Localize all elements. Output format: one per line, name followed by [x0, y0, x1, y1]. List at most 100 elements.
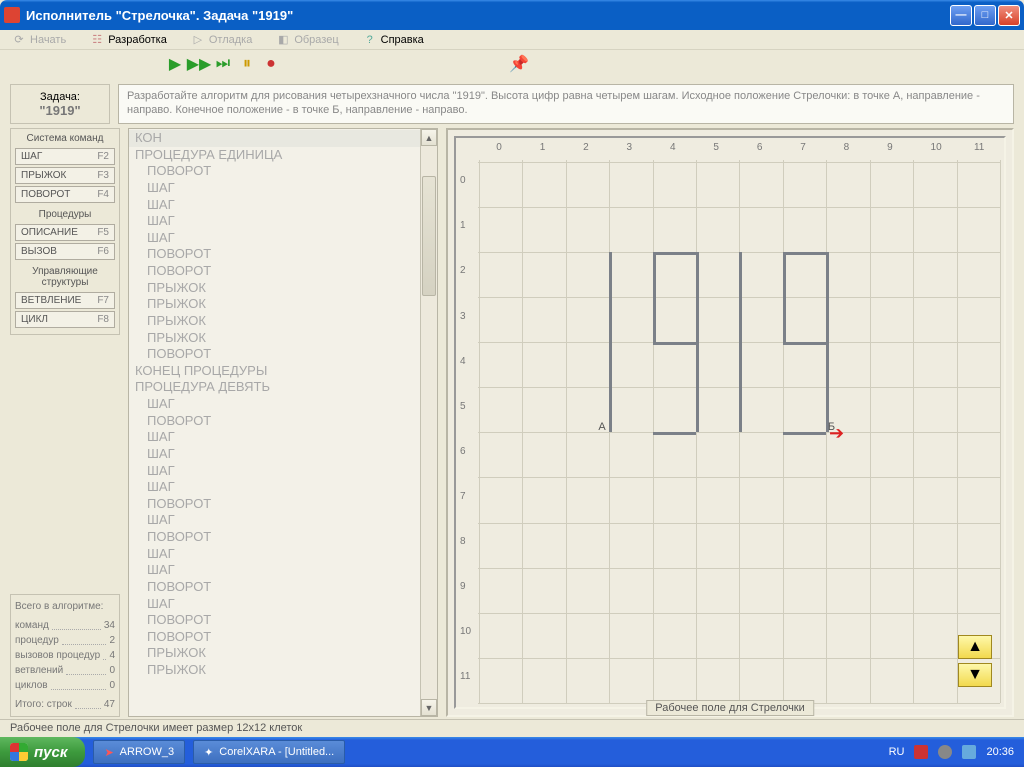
run-fast-button[interactable]: ▶▶ — [189, 54, 209, 74]
close-button[interactable]: ✕ — [998, 5, 1020, 26]
start-button[interactable]: пуск — [0, 737, 85, 767]
code-line[interactable]: ШАГ — [129, 596, 420, 613]
language-indicator[interactable]: RU — [889, 746, 905, 758]
code-line[interactable]: ШАГ — [129, 197, 420, 214]
menu-sample[interactable]: ◧Образец — [264, 31, 350, 49]
scrollbar[interactable]: ▲ ▼ — [420, 129, 437, 716]
code-line[interactable]: ПРЫЖОК — [129, 313, 420, 330]
drawn-segment — [653, 432, 696, 435]
code-line[interactable]: ПОВОРОТ — [129, 413, 420, 430]
axis-label-x: 7 — [800, 142, 806, 153]
field-down-button[interactable]: ▼ — [958, 663, 992, 687]
command-button-0[interactable]: ШАГF2 — [15, 148, 115, 165]
tray-icon-3[interactable] — [962, 745, 976, 759]
pin-button[interactable]: 📌 — [509, 54, 529, 74]
menu-dev[interactable]: ☷Разработка — [78, 31, 179, 49]
axis-label-x: 3 — [627, 142, 633, 153]
control-button-0[interactable]: ВЕТВЛЕНИЕF7 — [15, 292, 115, 309]
pause-button[interactable]: ⏸ — [237, 54, 257, 74]
stats-row: ветвлений0 — [15, 663, 115, 678]
axis-label-y: 4 — [460, 356, 466, 367]
procedure-button-0[interactable]: ОПИСАНИЕF5 — [15, 224, 115, 241]
code-line[interactable]: ШАГ — [129, 512, 420, 529]
code-line[interactable]: ШАГ — [129, 479, 420, 496]
code-line[interactable]: ПОВОРОТ — [129, 579, 420, 596]
drawn-segment — [609, 252, 612, 432]
scroll-down-button[interactable]: ▼ — [421, 699, 437, 716]
scroll-thumb[interactable] — [422, 176, 436, 296]
code-line[interactable]: ПРОЦЕДУРА ЕДИНИЦА — [129, 147, 420, 164]
code-line[interactable]: ПРЫЖОК — [129, 280, 420, 297]
minimize-button[interactable]: — — [950, 5, 972, 26]
code-line[interactable]: ПОВОРОТ — [129, 163, 420, 180]
tray-icon-2[interactable] — [938, 745, 952, 759]
code-line[interactable]: ШАГ — [129, 180, 420, 197]
command-button-2[interactable]: ПОВОРОТF4 — [15, 186, 115, 203]
drawn-segment — [696, 252, 699, 432]
axis-label-x: 2 — [583, 142, 589, 153]
command-button-1[interactable]: ПРЫЖОКF3 — [15, 167, 115, 184]
stop-button[interactable]: ● — [261, 54, 281, 74]
axis-label-x: 6 — [757, 142, 763, 153]
code-line[interactable]: ПОВОРОТ — [129, 612, 420, 629]
stats-total-value: 47 — [104, 697, 115, 712]
code-line[interactable]: ПОВОРОТ — [129, 263, 420, 280]
run-button[interactable]: ▶ — [165, 54, 185, 74]
sample-icon: ◧ — [276, 33, 290, 47]
menu-debug[interactable]: ▷Отладка — [179, 31, 264, 49]
axis-label-y: 8 — [460, 536, 466, 547]
code-listing[interactable]: КОНПРОЦЕДУРА ЕДИНИЦАПОВОРОТШАГШАГШАГШАГП… — [128, 128, 438, 717]
code-line[interactable]: КОНЕЦ ПРОЦЕДУРЫ — [129, 363, 420, 380]
code-line[interactable]: ШАГ — [129, 213, 420, 230]
clock[interactable]: 20:36 — [986, 746, 1014, 758]
help-icon: ? — [363, 33, 377, 47]
axis-label-y: 6 — [460, 446, 466, 457]
code-line[interactable]: ПОВОРОТ — [129, 246, 420, 263]
drawn-segment — [826, 252, 829, 432]
stats-row: циклов0 — [15, 678, 115, 693]
taskbar: пуск ➤ARROW_3 ✦CorelXARA - [Untitled... … — [0, 737, 1024, 767]
gridline — [478, 523, 1000, 524]
code-line[interactable]: ПРЫЖОК — [129, 645, 420, 662]
task-description: Разработайте алгоритм для рисования четы… — [118, 84, 1014, 124]
code-line[interactable]: КОН — [129, 130, 420, 147]
tray-icon-1[interactable] — [914, 745, 928, 759]
code-line[interactable]: ПРЫЖОК — [129, 662, 420, 679]
maximize-button[interactable]: □ — [974, 5, 996, 26]
code-line[interactable]: ШАГ — [129, 546, 420, 563]
commands-panel: Система команд ШАГF2ПРЫЖОКF3ПОВОРОТF4 Пр… — [10, 128, 120, 335]
code-line[interactable]: ПРЫЖОК — [129, 296, 420, 313]
code-line[interactable]: ПОВОРОТ — [129, 529, 420, 546]
gridline — [478, 568, 1000, 569]
taskbar-app-arrow[interactable]: ➤ARROW_3 — [93, 740, 185, 764]
menu-help[interactable]: ?Справка — [351, 31, 436, 49]
code-line[interactable]: ПРОЦЕДУРА ДЕВЯТЬ — [129, 379, 420, 396]
arrow-cursor-icon: ➔ — [829, 424, 844, 442]
code-line[interactable]: ПОВОРОТ — [129, 346, 420, 363]
code-line[interactable]: ПОВОРОТ — [129, 629, 420, 646]
scroll-up-button[interactable]: ▲ — [421, 129, 437, 146]
code-line[interactable]: ПРЫЖОК — [129, 330, 420, 347]
stats-panel: Всего в алгоритме: команд34процедур2вызо… — [10, 594, 120, 717]
axis-label-x: 0 — [496, 142, 502, 153]
drawn-segment — [783, 252, 786, 342]
drawn-segment — [739, 252, 742, 432]
taskbar-app-corel[interactable]: ✦CorelXARA - [Untitled... — [193, 740, 345, 764]
run-skip-button[interactable]: ⏭ — [213, 54, 233, 74]
code-line[interactable]: ШАГ — [129, 446, 420, 463]
drawing-field[interactable]: 0011223344556677889910101111АБ➔ ▲ ▼ Рабо… — [446, 128, 1014, 717]
code-line[interactable]: ШАГ — [129, 230, 420, 247]
procedures-panel-title: Процедуры — [15, 209, 115, 220]
corel-icon: ✦ — [204, 746, 213, 759]
code-line[interactable]: ШАГ — [129, 463, 420, 480]
code-line[interactable]: ШАГ — [129, 562, 420, 579]
stats-row: вызовов процедур4 — [15, 648, 115, 663]
app-icon — [4, 7, 20, 23]
field-up-button[interactable]: ▲ — [958, 635, 992, 659]
code-line[interactable]: ПОВОРОТ — [129, 496, 420, 513]
code-line[interactable]: ШАГ — [129, 429, 420, 446]
menu-start[interactable]: ⟳Начать — [0, 31, 78, 49]
control-button-1[interactable]: ЦИКЛF8 — [15, 311, 115, 328]
procedure-button-1[interactable]: ВЫЗОВF6 — [15, 243, 115, 260]
code-line[interactable]: ШАГ — [129, 396, 420, 413]
